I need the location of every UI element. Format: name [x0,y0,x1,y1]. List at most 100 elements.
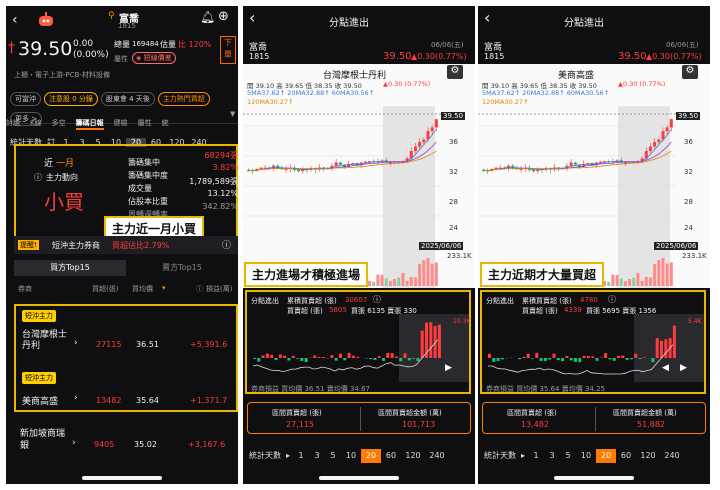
days-option-10[interactable]: 10 [341,449,361,463]
days-option-120[interactable]: 120 [401,449,425,463]
days-option-240[interactable]: 240 [425,449,449,463]
tab-buy-top15[interactable]: 買方Top15 [14,260,126,276]
y-tick: 24 [684,224,693,232]
days-option-20[interactable]: 20 [361,449,381,463]
header-buy[interactable]: 買超(張) [92,284,118,294]
caret-icon[interactable]: ▸ [283,449,293,463]
flow-bar [339,353,342,358]
table-row[interactable]: 短沖主力 美商高盛 › 13482 35.64 +1,371.7 [18,368,236,410]
broker-buy: 13482 [96,396,122,405]
volume-bar [409,277,413,286]
settings-gear-icon[interactable]: ⚙ [682,65,698,79]
header-pnl[interactable]: 損益(萬) [206,284,232,294]
broker-tag: 短沖主力 [22,372,56,384]
table-row[interactable]: 新加坡商瑞銀 › 9405 35.02 +3,167.6 [16,428,234,464]
chip-hot[interactable]: 主力熱門買超 [157,92,210,106]
robot-icon[interactable] [36,12,56,28]
tab-health[interactable]: 健檢 [114,118,128,128]
tab-stats[interactable]: 統 [162,118,169,128]
flow-bar [569,358,573,361]
search-icon[interactable]: ⚲ [108,11,115,21]
quote-price: 39.50 [618,51,647,62]
days-option-240[interactable]: 240 [660,449,684,463]
flow-bar [488,353,491,358]
stat-value: 27,115 [286,420,314,429]
kline-chart-area[interactable]: 台灣摩根士丹利 ⚙ 開 39.10 高 39.65 低 38.35 收 39.5… [243,64,475,288]
days-option-3[interactable]: 3 [309,449,325,463]
flow-bar [625,358,629,360]
days-option-3[interactable]: 3 [544,449,560,463]
days-option-5[interactable]: 5 [325,449,341,463]
tag-badge[interactable]: ◈ 短線價差 [132,52,176,64]
broker-flow-chart[interactable]: ▶ [249,314,469,382]
metrics-list: 籌碼集中 68294張 籌碼集中度 3.82% 成交量 1,789,589張 佔股本比… [128,150,238,219]
quote-date: 06/06(五) [431,41,464,49]
reminder-pct: 買超佔比2.79% [112,241,170,250]
info-icon[interactable]: ⓘ [373,294,381,305]
flow-bar [403,353,407,358]
tab-sell-top15[interactable]: 賣方Top15 [126,260,238,276]
back-icon[interactable]: ‹ [12,12,18,28]
header-avg[interactable]: 買均價 [132,284,153,294]
info-icon[interactable]: ⓘ [222,238,231,251]
days-option-5[interactable]: 5 [560,449,576,463]
tab-longshort[interactable]: 多空 [52,118,66,128]
table-row[interactable]: 短沖主力 台灣摩根士丹利 › 27115 36.51 +5,391.6 [18,310,236,362]
broker-flow-chart[interactable]: ▶◀ [484,314,704,382]
days-option-60[interactable]: 60 [616,449,636,463]
days-label: 統計天數 [249,451,281,460]
candle-body [665,127,669,132]
y-tick: 36 [684,138,693,146]
days-option-60[interactable]: 60 [381,449,401,463]
info-icon[interactable]: ⓘ [34,172,42,183]
tab-chip-daily[interactable]: 籌碼日報 [75,118,104,130]
back-icon[interactable]: ‹ [249,8,255,27]
broker-flow-box: 分點進出 累積買賣超 (張) 30607 ⓘ 買賣超 (張) 5805 買張 6… [245,290,471,394]
broker-name: 美商高盛 [22,397,59,407]
sub-title: 分點進出 [486,297,514,305]
volume-bar [380,274,384,286]
days-option-20[interactable]: 20 [596,449,616,463]
rewind-icon[interactable]: ◀ [662,363,669,373]
period-value: 一月 [56,159,75,169]
volume-bar [413,277,417,286]
price-tag: 39.50 [676,112,701,120]
metric-row: 成交量 1,789,589張 [128,176,238,193]
stock-code: 1815 [484,52,505,61]
stock-code: 1815 [249,52,270,61]
back-icon[interactable]: ‹ [484,8,490,27]
bell-icon[interactable]: 🔔︎ [200,10,215,24]
info-icon[interactable]: ⓘ [608,294,616,305]
days-option-1[interactable]: 1 [293,449,309,463]
chip-meeting[interactable]: 股東會 4 天後 [100,92,155,106]
kline-chart-area[interactable]: 美商高盛 ⚙ 開 39.10 高 39.65 低 38.35 收 39.50 ▲… [478,64,710,288]
add-icon[interactable]: ⊕ [218,9,229,24]
info-icon[interactable]: ⓘ [196,284,203,294]
caret-down-icon[interactable]: ▼ [230,110,235,118]
tab-bar: 討論 K線 多空 籌碼日報 健檢 屬性統 [6,110,238,130]
tab-attr[interactable]: 屬性 [138,118,152,128]
quote-change: ▲0.30(0.77%) [646,52,702,61]
candlestick-chart[interactable] [478,106,710,288]
sort-down-icon[interactable]: ▾ [162,284,166,292]
caret-icon[interactable]: ▸ [518,449,528,463]
candle-body [284,168,288,170]
volume-tag: 233.1K [682,252,707,260]
settings-gear-icon[interactable]: ⚙ [447,65,463,79]
chip-daytrade[interactable]: 可當沖 [10,92,41,106]
candlestick-chart[interactable] [243,106,475,288]
flow-bar [492,358,496,362]
metric-row: 周轉週轉率 342.82% [128,202,238,219]
tab-kline[interactable]: K線 [30,118,42,128]
days-option-1[interactable]: 1 [528,449,544,463]
days-option-10[interactable]: 10 [576,449,596,463]
days-option-120[interactable]: 120 [636,449,660,463]
order-button[interactable]: 下 單 [220,36,236,64]
stat-value: 51,882 [637,420,665,429]
volume-bar [632,277,636,286]
flow-bar [638,358,642,359]
flow-bar [586,356,590,358]
chip-attention[interactable]: 注意股 0 分鐘 [44,92,98,106]
tab-discuss[interactable]: 討論 [6,118,20,128]
volume-bar [405,280,409,286]
